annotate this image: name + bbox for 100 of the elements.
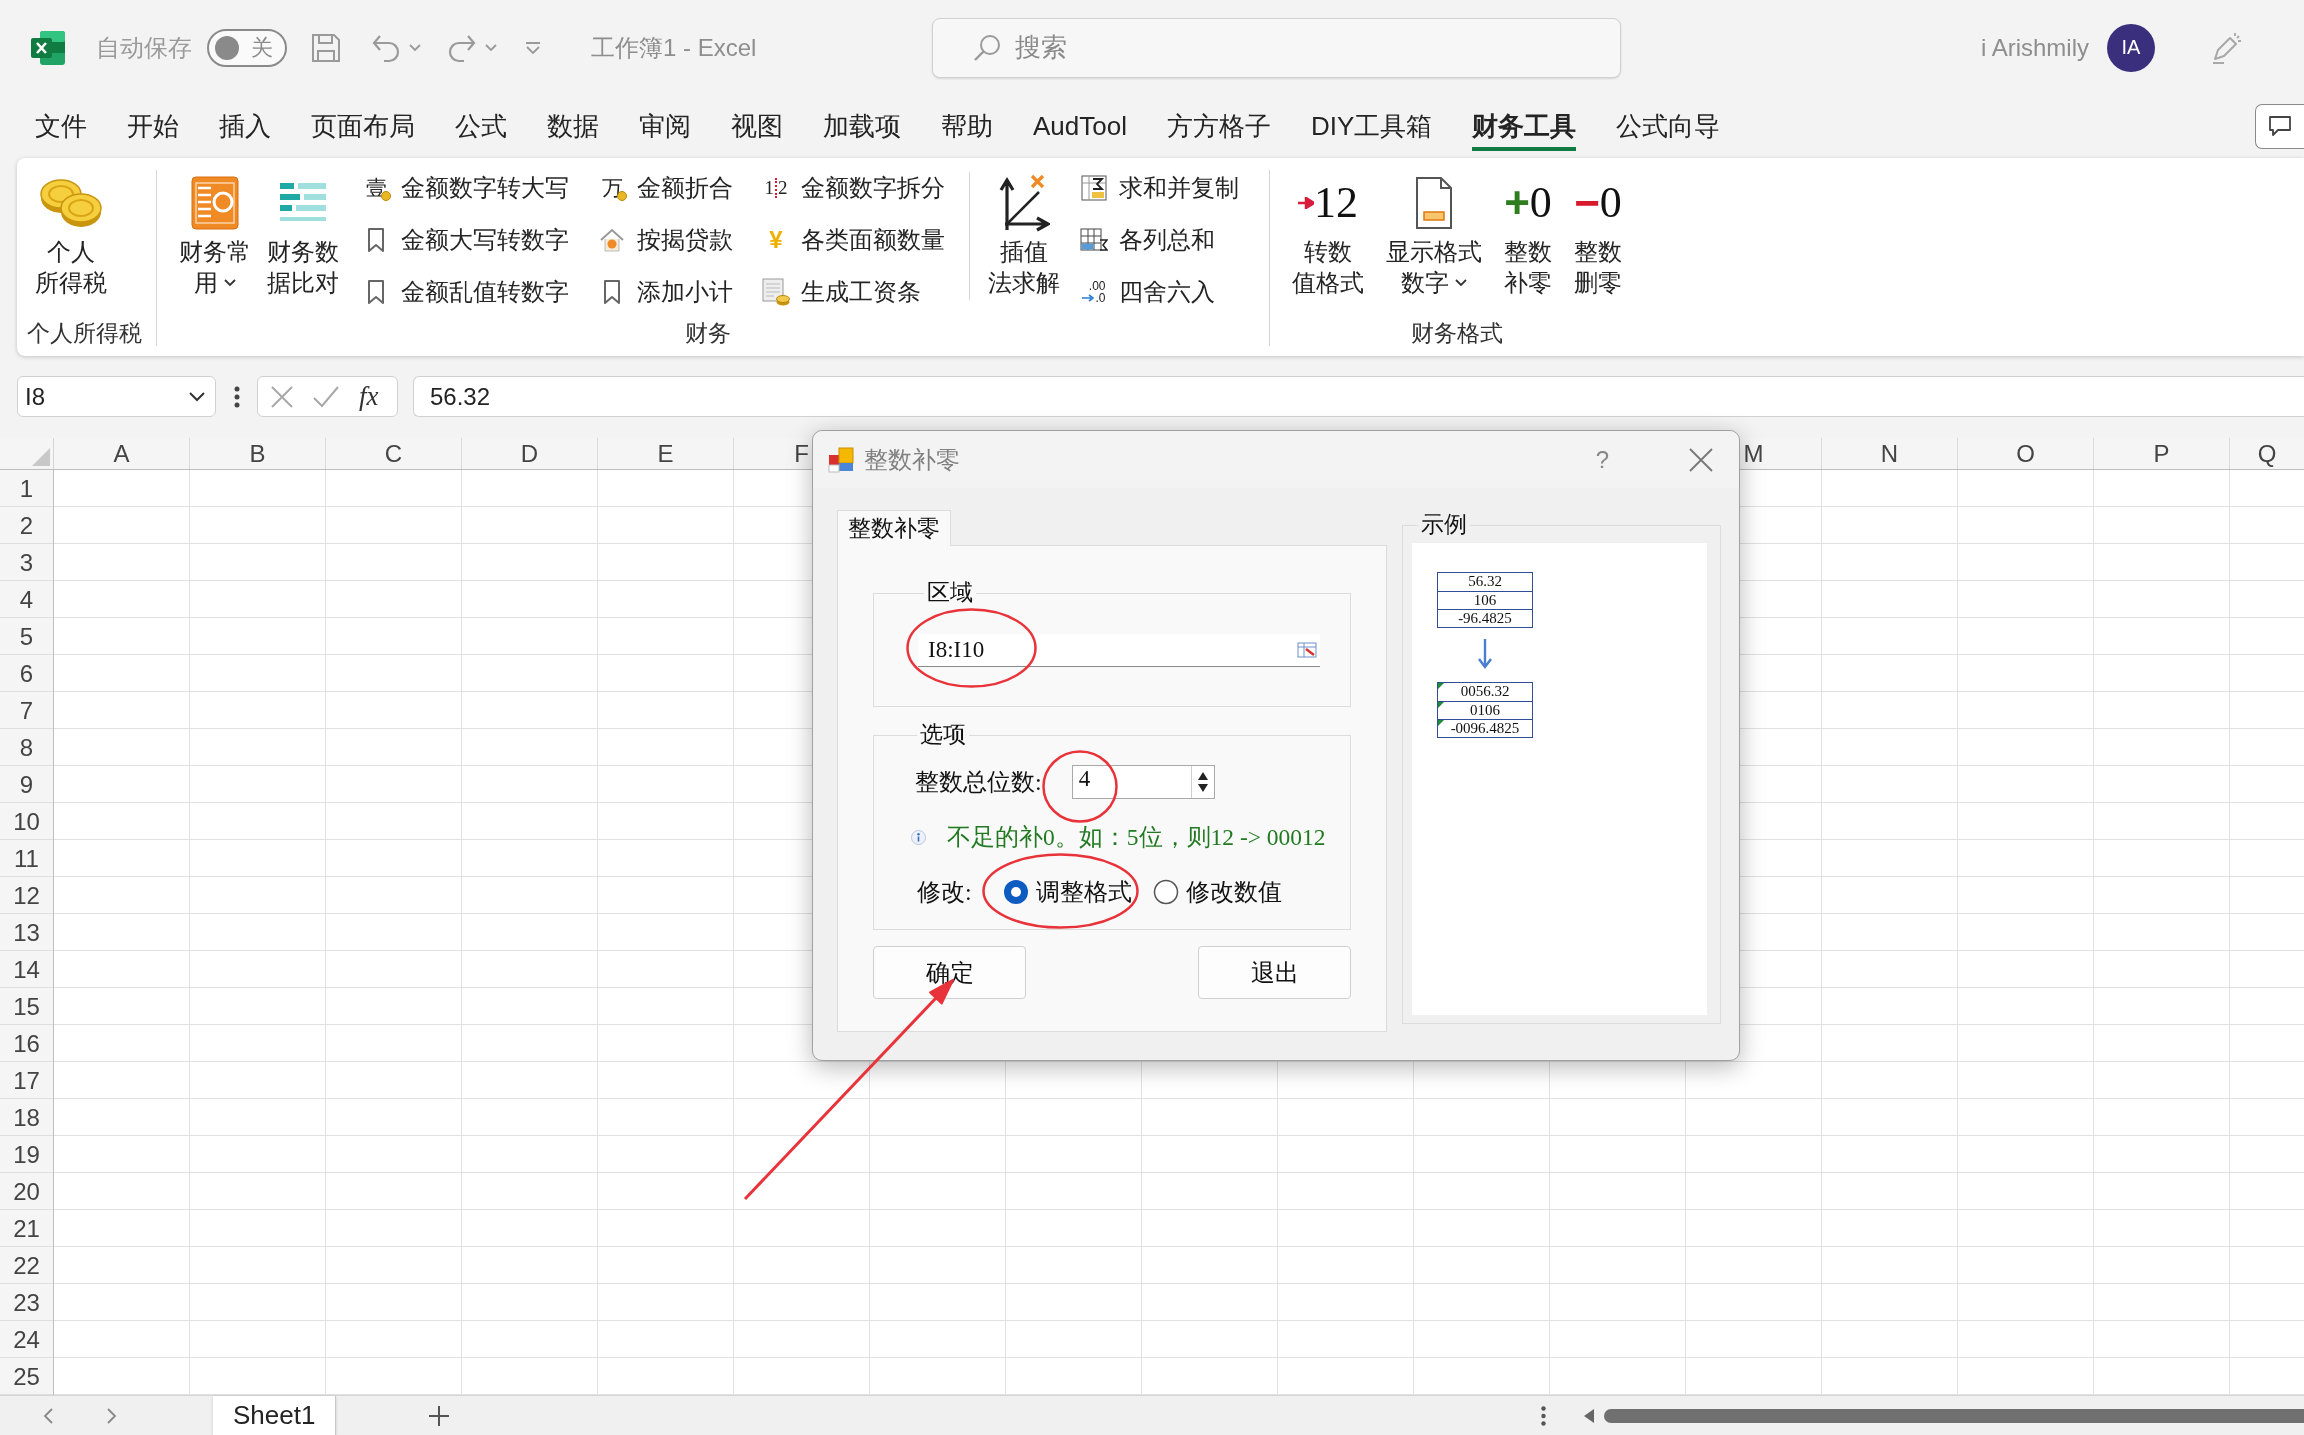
row-header[interactable]: 1 — [0, 470, 53, 507]
ribbon-button[interactable]: 金额大写转数字 — [357, 218, 575, 262]
row-header[interactable]: 10 — [0, 803, 53, 840]
range-picker-icon[interactable] — [1297, 642, 1317, 658]
scrollbar-thumb[interactable] — [1604, 1408, 2304, 1423]
menu-tab[interactable]: 审阅 — [619, 95, 711, 157]
row-header[interactable]: 5 — [0, 618, 53, 655]
column-header[interactable]: P — [2094, 438, 2230, 469]
column-header[interactable]: B — [190, 438, 326, 469]
row-header[interactable]: 7 — [0, 692, 53, 729]
ribbon-button[interactable]: 求和并复制 — [1075, 166, 1245, 210]
menu-tab[interactable]: 数据 — [527, 95, 619, 157]
column-header[interactable]: A — [54, 438, 190, 469]
save-icon[interactable] — [311, 32, 341, 63]
row-header[interactable]: 23 — [0, 1284, 53, 1321]
row-header[interactable]: 21 — [0, 1210, 53, 1247]
comments-button[interactable] — [2255, 103, 2304, 149]
ribbon-button[interactable]: −0 整数 删零 — [1566, 166, 1630, 300]
close-icon[interactable] — [1689, 447, 1713, 472]
cancel-icon[interactable] — [271, 385, 293, 408]
ribbon-button[interactable]: 生成工资条 — [757, 270, 951, 314]
dialog-tab[interactable]: 整数补零 — [837, 510, 951, 546]
search-input[interactable]: 搜索 — [1015, 27, 1576, 68]
row-header[interactable]: 18 — [0, 1099, 53, 1136]
row-header[interactable]: 22 — [0, 1247, 53, 1284]
caret-icon[interactable] — [409, 43, 421, 52]
caret-icon[interactable] — [485, 43, 497, 52]
insert-function-button[interactable]: fx — [359, 381, 379, 412]
sheet-tab[interactable]: Sheet1 — [213, 1396, 337, 1435]
column-header[interactable]: D — [462, 438, 598, 469]
ribbon-button[interactable]: ¥ 各类面额数量 — [757, 218, 951, 262]
row-header[interactable]: 4 — [0, 581, 53, 618]
row-header[interactable]: 24 — [0, 1321, 53, 1358]
column-header[interactable]: C — [326, 438, 462, 469]
column-header[interactable]: N — [1822, 438, 1958, 469]
menu-tab[interactable]: 视图 — [711, 95, 803, 157]
row-header[interactable]: 9 — [0, 766, 53, 803]
row-header[interactable]: 17 — [0, 1062, 53, 1099]
search-field[interactable]: 搜索 — [932, 17, 1622, 78]
menu-tab[interactable]: AudTool — [1013, 95, 1147, 157]
row-header[interactable]: 14 — [0, 951, 53, 988]
menu-tab[interactable]: 公式 — [435, 95, 527, 157]
row-header[interactable]: 13 — [0, 914, 53, 951]
ribbon-button[interactable]: 12 转数 值格式 — [1284, 166, 1372, 300]
name-box[interactable]: I8 — [17, 376, 216, 417]
ribbon-button[interactable]: 万 金额折合 — [593, 166, 739, 210]
row-header[interactable]: 8 — [0, 729, 53, 766]
chevron-left-icon[interactable] — [43, 1407, 53, 1424]
ribbon-button[interactable]: 按揭贷款 — [593, 218, 739, 262]
ribbon-button[interactable]: 各列总和 — [1075, 218, 1245, 262]
dialog-button[interactable]: 退出 — [1198, 946, 1351, 999]
ribbon-button[interactable]: .00 .0 四舍六入 — [1075, 270, 1245, 314]
dialog-button[interactable]: 确定 — [873, 946, 1026, 999]
radio-button[interactable] — [1152, 879, 1179, 905]
menu-tab[interactable]: 帮助 — [921, 95, 1013, 157]
customize-toolbar-icon[interactable] — [525, 40, 541, 55]
user-avatar[interactable]: IA — [2107, 23, 2155, 72]
digits-spin-field[interactable]: 4 — [1071, 765, 1215, 799]
radio-button[interactable] — [1002, 879, 1029, 905]
column-header[interactable]: E — [598, 438, 734, 469]
row-header[interactable]: 6 — [0, 655, 53, 692]
range-input[interactable]: I8:I10 — [918, 634, 1320, 667]
menu-tab[interactable]: 开始 — [107, 95, 199, 157]
ribbon-button[interactable]: 显示格式 数字 — [1378, 166, 1490, 300]
menu-tab[interactable]: 方方格子 — [1146, 95, 1291, 157]
row-header[interactable]: 2 — [0, 507, 53, 544]
row-header[interactable]: 20 — [0, 1173, 53, 1210]
menu-tab[interactable]: 插入 — [199, 95, 291, 157]
row-header[interactable]: 15 — [0, 988, 53, 1025]
column-header[interactable]: Q — [2230, 438, 2304, 469]
spin-up-icon[interactable] — [1196, 771, 1209, 781]
menu-tab[interactable]: 文件 — [15, 95, 107, 157]
menu-tab[interactable]: 加载项 — [803, 95, 921, 157]
row-header[interactable]: 16 — [0, 1025, 53, 1062]
ribbon-button[interactable]: 1 2 金额数字拆分 — [757, 166, 951, 210]
ribbon-button[interactable]: 个人 所得税 — [27, 166, 115, 300]
scroll-left-icon[interactable] — [1584, 1408, 1594, 1423]
ribbon-button[interactable]: 插值 法求解 — [980, 166, 1068, 300]
pen-icon[interactable] — [2210, 31, 2242, 64]
row-header[interactable]: 11 — [0, 840, 53, 877]
menu-tab[interactable]: 页面布局 — [291, 95, 435, 157]
ribbon-button[interactable]: 财务常 用 — [171, 166, 259, 300]
ribbon-button[interactable]: 财务数 据比对 — [259, 166, 347, 300]
formula-input[interactable]: 56.32 — [413, 376, 2304, 417]
more-options-icon[interactable] — [234, 386, 240, 408]
add-sheet-icon[interactable] — [428, 1404, 451, 1427]
menu-tab[interactable]: DIY工具箱 — [1290, 95, 1453, 157]
row-header[interactable]: 12 — [0, 877, 53, 914]
row-header[interactable]: 3 — [0, 544, 53, 581]
more-options-icon[interactable] — [1541, 1405, 1546, 1426]
ribbon-button[interactable]: 添加小计 — [593, 270, 739, 314]
ribbon-button[interactable]: +0 整数 补零 — [1496, 166, 1560, 300]
ribbon-button[interactable]: 金额乱值转数字 — [357, 270, 575, 314]
menu-tab[interactable]: 公式向导 — [1596, 95, 1741, 157]
column-header[interactable]: O — [1958, 438, 2094, 469]
spin-down-icon[interactable] — [1196, 783, 1209, 793]
row-header[interactable]: 19 — [0, 1136, 53, 1173]
ribbon-button[interactable]: 壹 金额数字转大写 — [357, 166, 575, 210]
chevron-right-icon[interactable] — [107, 1407, 117, 1424]
radio-label[interactable]: 修改数值 — [1185, 876, 1282, 908]
